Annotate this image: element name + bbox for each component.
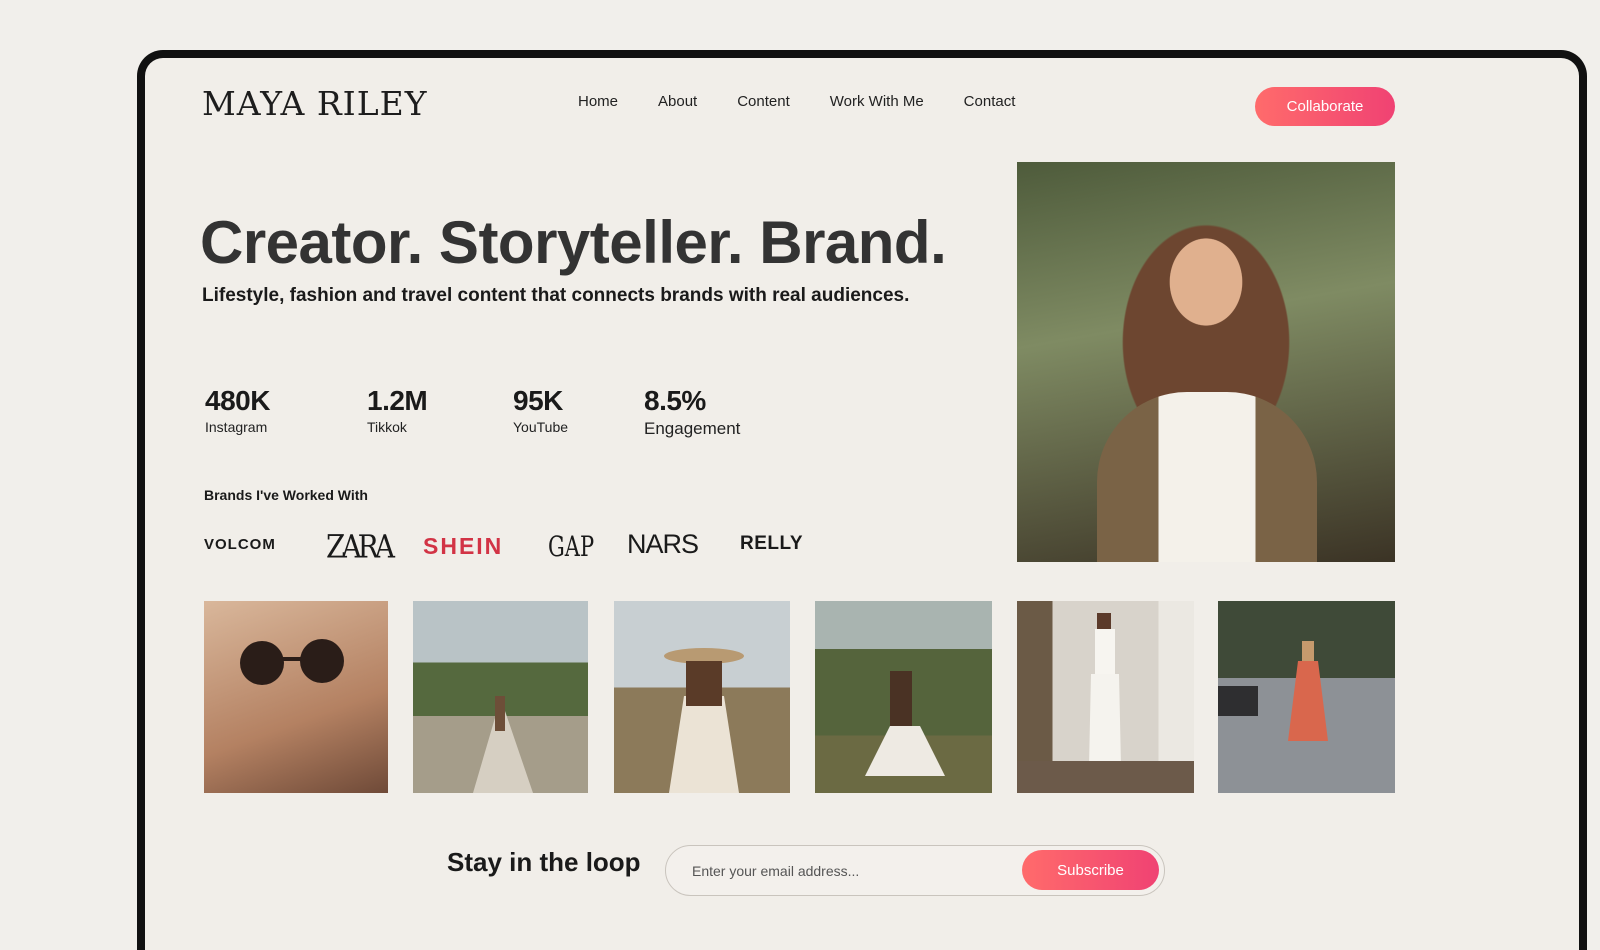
gallery-photo bbox=[815, 601, 992, 793]
hero-portrait-image bbox=[1017, 162, 1395, 562]
gallery-image-grass[interactable] bbox=[815, 601, 992, 793]
gallery-photo bbox=[1218, 601, 1395, 793]
brands-title: Brands I've Worked With bbox=[204, 487, 368, 503]
nav-work-with-me[interactable]: Work With Me bbox=[830, 93, 924, 110]
hero-title: Creator. Storyteller. Brand. bbox=[200, 209, 947, 276]
newsletter-form: Subscribe bbox=[665, 845, 1165, 896]
email-field[interactable] bbox=[690, 859, 994, 883]
stat-value: 95K bbox=[513, 385, 563, 416]
gallery-image-street[interactable] bbox=[1218, 601, 1395, 793]
brand-logo-shein: SHEIN bbox=[423, 533, 504, 559]
brand-logo-gap: GAP bbox=[548, 530, 595, 563]
sunglasses-icon bbox=[240, 639, 344, 685]
gallery-image-sunglasses[interactable] bbox=[204, 601, 388, 793]
gallery-image-field-hat[interactable] bbox=[614, 601, 790, 793]
stat-value: 8.5% bbox=[644, 385, 706, 416]
hero-subtitle: Lifestyle, fashion and travel content th… bbox=[202, 285, 910, 306]
woman-hat-icon bbox=[664, 648, 744, 793]
woman-standing-icon bbox=[1017, 613, 1194, 793]
brand-logo-relly: RELLY bbox=[740, 533, 804, 554]
subscribe-button[interactable]: Subscribe bbox=[1022, 850, 1159, 890]
stat-value: 480K bbox=[205, 385, 270, 416]
stat-tiktok: 1.2M Tikkok bbox=[367, 385, 428, 435]
nav-content[interactable]: Content bbox=[737, 93, 790, 110]
site-logo[interactable]: MAYA RILEY bbox=[202, 84, 428, 123]
stat-label: Instagram bbox=[205, 419, 268, 435]
stat-engagement: 8.5% Engagement bbox=[644, 385, 740, 439]
path-walker-icon bbox=[473, 696, 533, 793]
stat-label: YouTube bbox=[513, 419, 569, 435]
woman-sitting-icon bbox=[865, 671, 945, 776]
stat-value: 1.2M bbox=[367, 385, 428, 416]
brand-logo-zara: ZARA bbox=[326, 527, 395, 566]
gallery-image-doorway[interactable] bbox=[1017, 601, 1194, 793]
stat-instagram: 480K Instagram bbox=[205, 385, 270, 435]
gallery-image-path[interactable] bbox=[413, 601, 588, 793]
main-nav: Home About Content Work With Me Contact bbox=[578, 93, 1055, 110]
brand-logo-volcom: VOLCOM bbox=[204, 536, 276, 553]
nav-contact[interactable]: Contact bbox=[964, 93, 1016, 110]
nav-about[interactable]: About bbox=[658, 93, 697, 110]
newsletter-title: Stay in the loop bbox=[447, 847, 641, 877]
brand-logo-nars: NARS bbox=[627, 529, 699, 559]
collaborate-button[interactable]: Collaborate bbox=[1255, 87, 1395, 126]
woman-walking-icon bbox=[1218, 641, 1328, 741]
stat-label: Engagement bbox=[644, 419, 741, 438]
nav-home[interactable]: Home bbox=[578, 93, 618, 110]
portrait-shirt-shape bbox=[1097, 392, 1317, 562]
gallery-photo bbox=[413, 601, 588, 793]
stat-youtube: 95K YouTube bbox=[513, 385, 568, 435]
gallery-photo bbox=[204, 601, 388, 793]
gallery-photo bbox=[1017, 601, 1194, 793]
stat-label: Tikkok bbox=[367, 419, 407, 435]
gallery-photo bbox=[614, 601, 790, 793]
